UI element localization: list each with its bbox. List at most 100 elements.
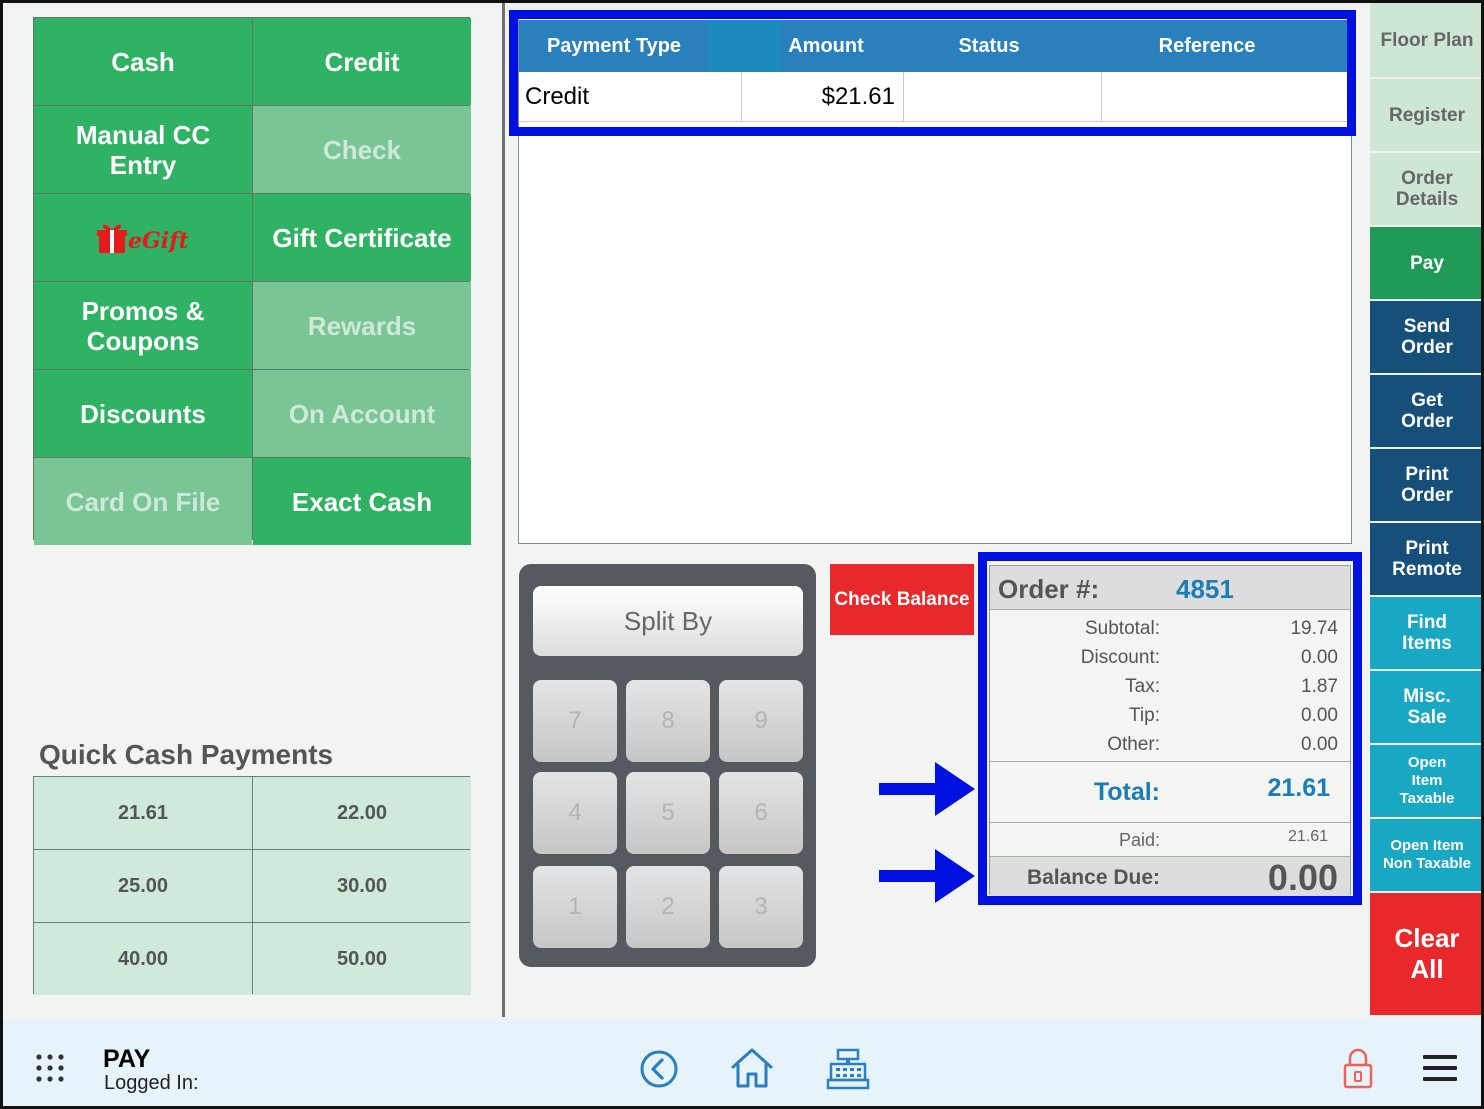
quick-cash-button[interactable]: 21.61 [34, 777, 252, 849]
payment-methods-grid: Cash Credit Manual CC Entry Check eGift … [33, 17, 471, 545]
sidebar-item-open-item-taxable[interactable]: Open Item Taxable [1370, 745, 1481, 819]
split-by-button[interactable]: Split By [533, 586, 803, 656]
keypad-key-8[interactable]: 8 [626, 680, 710, 762]
keypad-key-6[interactable]: 6 [719, 772, 803, 854]
apps-grid-icon[interactable] [35, 1053, 65, 1083]
other-row: Other: 0.00 [990, 730, 1350, 759]
keypad-key-3[interactable]: 3 [719, 866, 803, 948]
pos-pay-screen: Cash Credit Manual CC Entry Check eGift … [0, 0, 1484, 1109]
home-icon[interactable] [729, 1045, 775, 1091]
other-value: 0.00 [1301, 734, 1338, 755]
card-on-file-button[interactable]: Card On File [34, 458, 252, 545]
sidebar-item-find-items[interactable]: Find Items [1370, 597, 1481, 671]
sidebar-item-print-order[interactable]: Print Order [1370, 449, 1481, 523]
gift-certificate-button[interactable]: Gift Certificate [253, 194, 471, 281]
balance-due-value: 0.00 [1267, 857, 1338, 898]
column-header-payment-type: Payment Type [546, 34, 682, 57]
sidebar-item-pay[interactable]: Pay [1370, 227, 1481, 301]
egift-label: eGift [128, 228, 189, 254]
column-header-blank [709, 20, 781, 72]
payment-reference-cell [1102, 72, 1353, 122]
total-row: Total: 21.61 [990, 761, 1350, 823]
quick-cash-button[interactable]: 25.00 [34, 850, 252, 922]
sidebar-item-floor-plan[interactable]: Floor Plan [1370, 3, 1481, 79]
discount-label: Discount: [1080, 647, 1160, 668]
back-circle-icon[interactable] [639, 1049, 679, 1089]
discounts-button[interactable]: Discounts [34, 370, 252, 457]
arrow-right-icon [879, 762, 975, 816]
total-value: 21.61 [1267, 774, 1330, 802]
sidebar-item-get-order[interactable]: Get Order [1370, 375, 1481, 449]
balance-due-row: Balance Due: 0.00 [990, 856, 1350, 898]
tax-value: 1.87 [1301, 676, 1338, 697]
quick-cash-button[interactable]: 50.00 [253, 923, 471, 995]
keypad-key-7[interactable]: 7 [533, 680, 617, 762]
check-balance-button[interactable]: Check Balance [830, 564, 974, 635]
paid-label: Paid: [1118, 830, 1160, 850]
column-header-amount: Amount [788, 34, 864, 57]
keypad-key-4[interactable]: 4 [533, 772, 617, 854]
cash-register-icon[interactable] [826, 1047, 870, 1091]
keypad: Split By 7 8 9 4 5 6 1 2 3 [519, 564, 816, 967]
lock-icon[interactable] [1342, 1047, 1374, 1091]
paid-value: 21.61 [1287, 828, 1328, 845]
subtotal-row: Subtotal: 19.74 [990, 614, 1350, 643]
payment-type-cell: Credit [519, 72, 742, 122]
check-button[interactable]: Check [253, 106, 471, 193]
quick-cash-grid: 21.61 22.00 25.00 30.00 40.00 50.00 [33, 776, 471, 995]
total-label: Total: [1093, 778, 1160, 806]
balance-due-label: Balance Due: [1026, 866, 1160, 889]
discount-value: 0.00 [1301, 647, 1338, 668]
rewards-button[interactable]: Rewards [253, 282, 471, 369]
payment-status-cell [904, 72, 1102, 122]
sidebar-item-misc-sale[interactable]: Misc. Sale [1370, 671, 1481, 745]
tax-row: Tax: 1.87 [990, 672, 1350, 701]
egift-button[interactable]: eGift [34, 194, 252, 281]
hamburger-menu-icon[interactable] [1423, 1053, 1459, 1083]
payment-row[interactable]: Credit $21.61 [519, 72, 1353, 122]
sidebar-item-send-order[interactable]: Send Order [1370, 301, 1481, 375]
quick-cash-title: Quick Cash Payments [39, 739, 334, 770]
quick-cash-button[interactable]: 30.00 [253, 850, 471, 922]
other-label: Other: [1107, 734, 1160, 755]
subtotal-label: Subtotal: [1085, 618, 1160, 639]
subtotal-value: 19.74 [1290, 618, 1338, 639]
payments-table-header: Payment Type Amount Status Reference [519, 20, 1353, 72]
discount-row: Discount: 0.00 [990, 643, 1350, 672]
credit-button[interactable]: Credit [253, 18, 471, 105]
order-number-value: 4851 [1176, 574, 1234, 604]
payments-table: Payment Type Amount Status Reference Cre… [518, 11, 1353, 544]
arrow-right-icon [879, 849, 975, 903]
bottom-bar: PAY Logged In: [3, 1019, 1481, 1106]
order-number-label: Order #: [998, 574, 1100, 604]
quick-cash-button[interactable]: 40.00 [34, 923, 252, 995]
sidebar-item-order-details[interactable]: Order Details [1370, 153, 1481, 227]
quick-cash-button[interactable]: 22.00 [253, 777, 471, 849]
column-header-status: Status [958, 34, 1020, 57]
keypad-key-2[interactable]: 2 [626, 866, 710, 948]
logged-in-label: Logged In: [104, 1072, 199, 1094]
sidebar-item-open-item-non-taxable[interactable]: Open Item Non Taxable [1370, 819, 1481, 893]
sidebar-item-clear-all[interactable]: Clear All [1370, 893, 1481, 1017]
keypad-key-5[interactable]: 5 [626, 772, 710, 854]
keypad-key-9[interactable]: 9 [719, 680, 803, 762]
paid-row: Paid: 21.61 [990, 824, 1350, 856]
tip-row: Tip: 0.00 [990, 701, 1350, 730]
manual-cc-entry-button[interactable]: Manual CC Entry [34, 106, 252, 193]
tax-label: Tax: [1125, 676, 1160, 697]
sidebar-item-register[interactable]: Register [1370, 79, 1481, 153]
promos-coupons-button[interactable]: Promos & Coupons [34, 282, 252, 369]
sidebar-item-print-remote[interactable]: Print Remote [1370, 523, 1481, 597]
cash-button[interactable]: Cash [34, 18, 252, 105]
tip-label: Tip: [1129, 705, 1160, 726]
screen-title: PAY [103, 1045, 151, 1073]
on-account-button[interactable]: On Account [253, 370, 471, 457]
column-header-reference: Reference [1158, 34, 1256, 57]
order-number-header: Order #: 4851 [990, 566, 1350, 610]
egift-logo-icon: eGift [97, 224, 189, 254]
sidebar: Floor Plan Register Order Details Pay Se… [1370, 3, 1481, 1017]
vertical-divider [502, 3, 505, 1017]
exact-cash-button[interactable]: Exact Cash [253, 458, 471, 545]
keypad-key-1[interactable]: 1 [533, 866, 617, 948]
payment-amount-cell: $21.61 [742, 72, 904, 122]
